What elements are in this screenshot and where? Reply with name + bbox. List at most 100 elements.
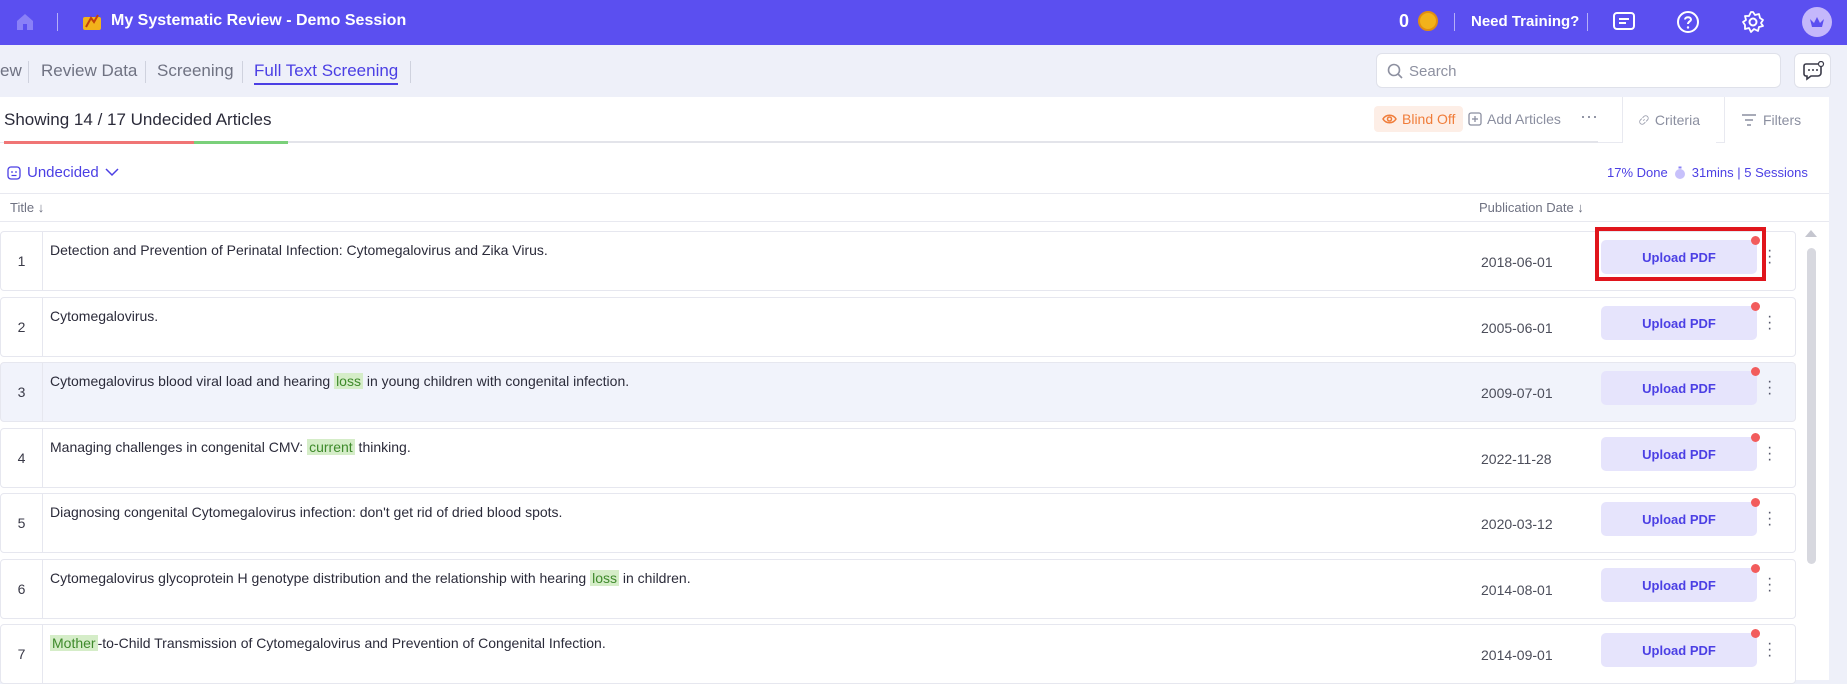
article-title[interactable]: Diagnosing congenital Cytomegalovirus in… bbox=[50, 504, 562, 520]
chevron-down-icon bbox=[105, 168, 119, 177]
title-text: thinking. bbox=[354, 439, 411, 455]
table-row[interactable]: 1 Detection and Prevention of Perinatal … bbox=[0, 231, 1796, 291]
notification-dot bbox=[1751, 629, 1760, 638]
publication-date: 2005-06-01 bbox=[1481, 320, 1553, 336]
progress-summary: 17% Done 31mins | 5 Sessions bbox=[1607, 165, 1808, 180]
divider bbox=[145, 61, 146, 83]
article-title[interactable]: Cytomegalovirus. bbox=[50, 308, 158, 324]
kebab-menu-icon[interactable]: · · · bbox=[1767, 309, 1772, 337]
notification-dot bbox=[1751, 564, 1760, 573]
tab-full-text-screening[interactable]: Full Text Screening bbox=[254, 61, 399, 85]
kebab-menu-icon[interactable]: · · · bbox=[1767, 374, 1772, 402]
progress-included-bar bbox=[194, 141, 288, 144]
scroll-up-arrow-icon[interactable] bbox=[1805, 230, 1817, 237]
publication-date: 2009-07-01 bbox=[1481, 385, 1553, 401]
kebab-menu-icon[interactable]: · · · bbox=[1767, 505, 1772, 533]
search-input[interactable]: Search bbox=[1376, 53, 1781, 88]
article-title[interactable]: Mother -to-Child Transmission of Cytomega… bbox=[50, 635, 606, 651]
upload-pdf-button[interactable]: Upload PDF bbox=[1601, 568, 1757, 602]
percent-done: 17% Done bbox=[1607, 165, 1668, 180]
date-column-header[interactable]: Publication Date ↓ bbox=[1479, 200, 1584, 215]
table-row[interactable]: 6 Cytomegalovirus glycoprotein H genotyp… bbox=[0, 559, 1796, 619]
upload-pdf-button[interactable]: Upload PDF bbox=[1601, 633, 1757, 667]
divider bbox=[410, 61, 411, 83]
row-number: 4 bbox=[1, 429, 43, 487]
undecided-dropdown[interactable]: Undecided bbox=[7, 164, 119, 181]
table-row[interactable]: 2 Cytomegalovirus. 2005-06-01 Upload PDF… bbox=[0, 297, 1796, 357]
table-row[interactable]: 5 Diagnosing congenital Cytomegalovirus … bbox=[0, 493, 1796, 553]
chat-bubble-icon bbox=[1803, 61, 1825, 81]
session-time: 31mins | 5 Sessions bbox=[1691, 165, 1808, 180]
criteria-button[interactable]: Criteria bbox=[1622, 97, 1716, 143]
chat-icon[interactable] bbox=[1612, 10, 1636, 34]
title-text: -to-Child Transmission of Cytomegaloviru… bbox=[97, 635, 606, 651]
criteria-label: Criteria bbox=[1654, 112, 1700, 128]
table-header: Title ↓ Publication Date ↓ bbox=[0, 194, 1829, 222]
row-number: 6 bbox=[1, 560, 43, 618]
settings-gear-icon[interactable] bbox=[1741, 10, 1765, 34]
kebab-menu-icon[interactable]: · · · bbox=[1767, 571, 1772, 599]
table-row[interactable]: 3 Cytomegalovirus blood viral load and h… bbox=[0, 362, 1796, 422]
filters-button[interactable]: Filters bbox=[1724, 97, 1829, 143]
progress-track bbox=[288, 141, 1598, 143]
project-title[interactable]: My Systematic Review - Demo Session bbox=[111, 12, 406, 30]
tab-overview[interactable]: ew bbox=[0, 61, 22, 81]
crown-icon bbox=[1810, 17, 1824, 27]
kebab-menu-icon[interactable]: · · · bbox=[1767, 636, 1772, 664]
add-articles-button[interactable]: Add Articles bbox=[1468, 111, 1561, 127]
notification-dot bbox=[1751, 498, 1760, 507]
feedback-button[interactable] bbox=[1794, 53, 1831, 88]
notification-dot bbox=[1751, 433, 1760, 442]
upload-pdf-button[interactable]: Upload PDF bbox=[1601, 502, 1757, 536]
home-icon[interactable] bbox=[14, 11, 36, 33]
publication-date: 2022-11-28 bbox=[1481, 451, 1552, 467]
article-title[interactable]: Managing challenges in congenital CMV: c… bbox=[50, 439, 411, 455]
search-placeholder: Search bbox=[1409, 63, 1457, 80]
upload-pdf-button[interactable]: Upload PDF bbox=[1601, 437, 1757, 471]
showing-count: Showing 14 / 17 Undecided Articles bbox=[4, 110, 272, 129]
title-text: Cytomegalovirus glycoprotein H genotype … bbox=[50, 570, 591, 586]
need-training-link[interactable]: Need Training? bbox=[1471, 13, 1579, 30]
article-title[interactable]: Cytomegalovirus blood viral load and hea… bbox=[50, 373, 629, 389]
blind-toggle[interactable]: Blind Off bbox=[1374, 106, 1464, 132]
title-text: Cytomegalovirus. bbox=[50, 308, 159, 324]
title-text: in children. bbox=[619, 570, 691, 586]
row-number: 3 bbox=[1, 363, 43, 421]
publication-date: 2014-08-01 bbox=[1481, 582, 1553, 598]
upload-pdf-button[interactable]: Upload PDF bbox=[1601, 306, 1757, 340]
title-column-header[interactable]: Title ↓ bbox=[10, 200, 44, 215]
divider bbox=[57, 13, 58, 31]
table-row[interactable]: 7 Mother -to-Child Transmission of Cytome… bbox=[0, 624, 1796, 684]
help-icon[interactable] bbox=[1676, 10, 1700, 34]
table-row[interactable]: 4 Managing challenges in congenital CMV:… bbox=[0, 428, 1796, 488]
notification-dot bbox=[1751, 302, 1760, 311]
more-options-icon[interactable]: ⋯ bbox=[1580, 107, 1599, 128]
highlighted-keyword: Mother bbox=[50, 635, 98, 651]
highlighted-keyword: loss bbox=[334, 373, 363, 389]
publication-date: 2014-09-01 bbox=[1481, 647, 1553, 663]
progress-excluded-bar bbox=[4, 141, 194, 144]
link-icon bbox=[1639, 115, 1649, 125]
scrollbar-thumb[interactable] bbox=[1807, 248, 1816, 564]
title-text: Diagnosing congenital Cytomegalovirus in… bbox=[50, 504, 563, 520]
kebab-menu-icon[interactable]: · · · bbox=[1767, 440, 1772, 468]
project-icon bbox=[83, 14, 101, 30]
article-title[interactable]: Cytomegalovirus glycoprotein H genotype … bbox=[50, 570, 691, 586]
article-title[interactable]: Detection and Prevention of Perinatal In… bbox=[50, 242, 548, 258]
add-articles-label: Add Articles bbox=[1487, 111, 1561, 127]
row-number: 2 bbox=[1, 298, 43, 356]
publication-date: 2020-03-12 bbox=[1481, 516, 1553, 532]
divider bbox=[1587, 13, 1588, 31]
highlighted-keyword: current bbox=[307, 439, 355, 455]
tab-screening[interactable]: Screening bbox=[157, 61, 234, 81]
title-text: Managing challenges in congenital CMV: bbox=[50, 439, 308, 455]
highlighted-keyword: loss bbox=[590, 570, 619, 586]
upload-pdf-button[interactable]: Upload PDF bbox=[1601, 371, 1757, 405]
user-avatar[interactable] bbox=[1802, 7, 1832, 37]
divider bbox=[1454, 13, 1455, 31]
tab-review-data[interactable]: Review Data bbox=[41, 61, 137, 81]
row-number: 5 bbox=[1, 494, 43, 552]
top-bar: My Systematic Review - Demo Session 0 Ne… bbox=[0, 0, 1847, 45]
kebab-menu-icon[interactable]: · · · bbox=[1767, 243, 1772, 271]
undecided-label: Undecided bbox=[27, 164, 99, 181]
